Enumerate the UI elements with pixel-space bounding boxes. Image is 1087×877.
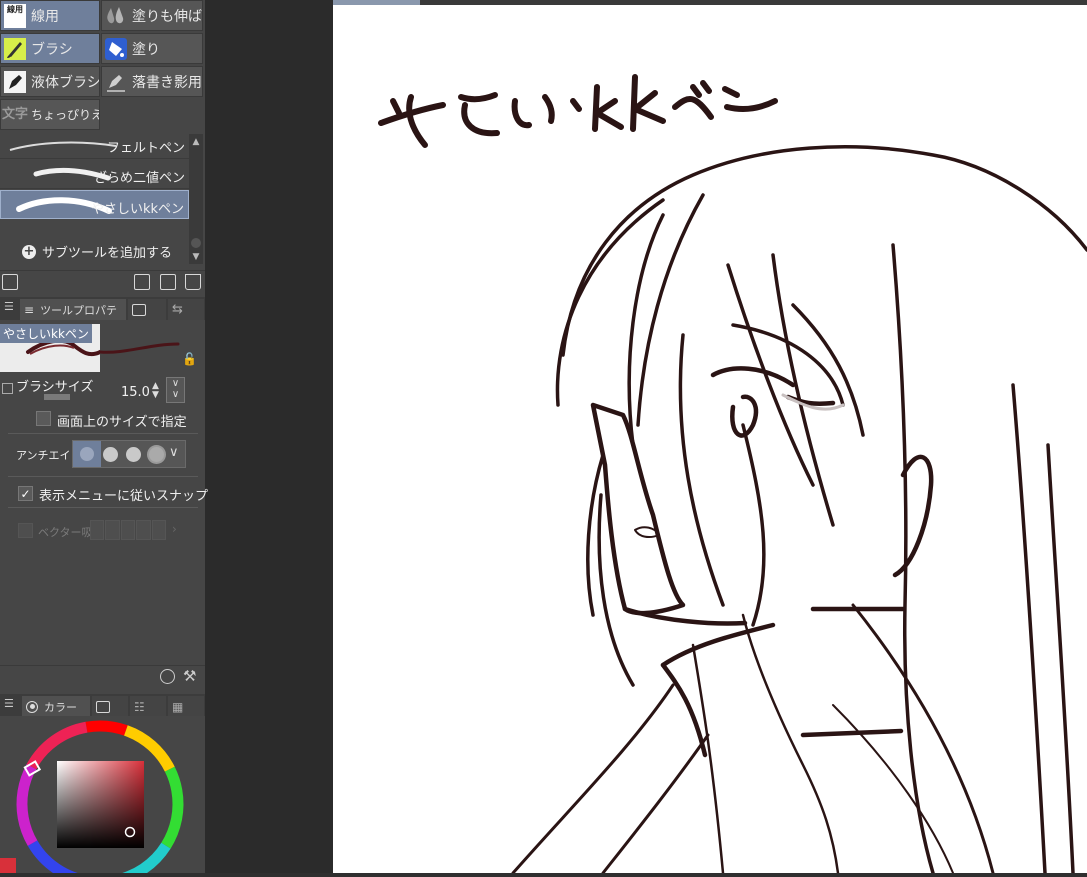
scroll-up-icon[interactable]: ▲ bbox=[190, 136, 202, 148]
wrench-icon[interactable]: ⚒ bbox=[183, 667, 196, 685]
subtool-options-icon[interactable] bbox=[2, 274, 18, 290]
plus-icon: + bbox=[22, 243, 36, 259]
menu-icon[interactable]: ☰ bbox=[4, 697, 14, 710]
scroll-thumb[interactable] bbox=[191, 238, 201, 248]
tab-tool-property[interactable]: ≡ ツールプロパテ bbox=[20, 299, 126, 320]
tool-text-group[interactable]: 文字 ちょっぴりえ bbox=[0, 99, 100, 130]
snap-checkbox[interactable]: ✓ bbox=[18, 486, 33, 501]
tool-property-tabbar: ☰ ≡ ツールプロパテ ⇆ bbox=[0, 297, 205, 320]
left-panel: 線用 線用 塗りも伸ばし ブラシ 塗り 液体ブラシ 落書き影用 文字 bbox=[0, 0, 209, 877]
tab-color-history[interactable]: ▦ bbox=[168, 696, 204, 717]
subtool-actions bbox=[0, 270, 205, 293]
main-color-swatch[interactable] bbox=[0, 858, 16, 873]
water-drops-icon bbox=[102, 2, 130, 29]
add-subtool-button[interactable]: + サブツールを追加する bbox=[22, 242, 172, 261]
stroke-preview-icon bbox=[9, 141, 117, 151]
tool-fill-spread[interactable]: 塗りも伸ばし bbox=[101, 0, 203, 31]
tool-label: 塗りも伸ばし bbox=[132, 8, 202, 25]
tool-liquid-brush[interactable]: 液体ブラシ bbox=[0, 66, 100, 97]
line-art bbox=[378, 74, 1087, 873]
tool-label: 線用 bbox=[31, 8, 59, 25]
brush-preview: 🔓 やさしいkkペン bbox=[0, 324, 205, 372]
tool-label: 液体ブラシ bbox=[31, 74, 100, 91]
tab-brush-shape[interactable] bbox=[128, 299, 166, 320]
vector-checkbox bbox=[18, 523, 33, 538]
canvas-gutter bbox=[205, 0, 333, 873]
tab-link[interactable]: ⇆ bbox=[168, 299, 204, 320]
lock-icon[interactable]: 🔓 bbox=[182, 352, 197, 366]
brush-size-stepper-icon[interactable]: ▲ ▼ bbox=[152, 382, 159, 400]
sliders-icon: ☷ bbox=[134, 699, 145, 714]
timer-icon[interactable] bbox=[160, 669, 175, 684]
subtool-item[interactable]: やさしいkkペン bbox=[0, 190, 189, 219]
save-icon bbox=[132, 303, 146, 316]
fill-bucket-icon bbox=[102, 35, 130, 62]
screen-size-checkbox[interactable] bbox=[36, 411, 51, 426]
subtool-item[interactable]: ざらめ二値ペン bbox=[0, 160, 189, 189]
tool-label: 塗り bbox=[132, 41, 160, 58]
tab-color-slider[interactable]: ☷ bbox=[130, 696, 166, 717]
color-panel bbox=[0, 716, 205, 877]
download-icon[interactable] bbox=[134, 274, 150, 290]
color-wheel-tab-icon bbox=[26, 700, 38, 713]
tool-label: 落書き影用 bbox=[132, 74, 202, 91]
antialias-option-weak[interactable] bbox=[103, 447, 118, 462]
palette-icon bbox=[96, 700, 110, 713]
tool-label: ブラシ bbox=[31, 41, 73, 58]
color-tabbar: ☰ カラー ☷ ▦ bbox=[0, 694, 205, 717]
tool-line[interactable]: 線用 線用 bbox=[0, 0, 100, 31]
link-icon: ⇆ bbox=[172, 302, 183, 317]
film-icon: ▦ bbox=[172, 699, 184, 714]
handwritten-title bbox=[378, 74, 778, 148]
text-icon: 文字 bbox=[1, 106, 28, 122]
brush-size-label: ブラシサイズ bbox=[16, 380, 94, 395]
subtool-list: フェルトペン ざらめ二値ペン やさしいkkペン bbox=[0, 130, 189, 222]
snap-label: 表示メニューに従いスナップ bbox=[39, 489, 209, 504]
tab-color-wheel[interactable]: カラー bbox=[22, 696, 90, 717]
brush-size-dropdown-icon[interactable]: ∨ ∨ bbox=[166, 377, 185, 403]
trash-icon[interactable] bbox=[185, 274, 201, 290]
sliders-icon: ≡ bbox=[24, 302, 35, 317]
tool-fill[interactable]: 塗り bbox=[101, 33, 203, 64]
property-footer: ⚒ bbox=[0, 665, 205, 690]
antialias-option-none[interactable] bbox=[73, 441, 101, 467]
chevron-down-icon[interactable]: ∨ bbox=[169, 445, 179, 460]
subtool-scrollbar[interactable]: ▲ ▼ bbox=[189, 134, 203, 264]
preview-brush-name: やさしいkkペン bbox=[0, 324, 92, 343]
antialias-option-strong[interactable] bbox=[149, 447, 164, 462]
brush-size-slider[interactable] bbox=[44, 394, 70, 400]
screen-size-label: 画面上のサイズで指定 bbox=[57, 415, 187, 430]
vector-segments bbox=[90, 520, 167, 540]
tool-label: ちょっぴりえ bbox=[31, 108, 100, 122]
collapse-icon[interactable] bbox=[2, 383, 13, 394]
subtool-item[interactable]: フェルトペン bbox=[0, 130, 189, 159]
tool-scribble-shadow[interactable]: 落書き影用 bbox=[101, 66, 203, 97]
vector-label: ベクター吸 bbox=[38, 526, 93, 539]
chevron-right-icon: › bbox=[172, 522, 177, 536]
antialias-option-medium[interactable] bbox=[126, 447, 141, 462]
pen-icon bbox=[1, 68, 29, 95]
drawing-canvas[interactable] bbox=[333, 5, 1087, 873]
brush-size-value[interactable]: 15.0 bbox=[121, 385, 150, 400]
tab-color-set[interactable] bbox=[92, 696, 128, 717]
antialias-selector[interactable]: ∨ bbox=[72, 440, 186, 468]
brush-icon bbox=[1, 35, 29, 62]
menu-icon[interactable]: ☰ bbox=[4, 300, 14, 313]
duplicate-icon[interactable] bbox=[160, 274, 176, 290]
scribble-pen-icon bbox=[102, 68, 130, 95]
tool-brush[interactable]: ブラシ bbox=[0, 33, 100, 64]
scroll-down-icon[interactable]: ▼ bbox=[190, 251, 202, 263]
color-wheel[interactable] bbox=[0, 716, 205, 877]
brush-set-icon: 線用 bbox=[1, 2, 29, 29]
